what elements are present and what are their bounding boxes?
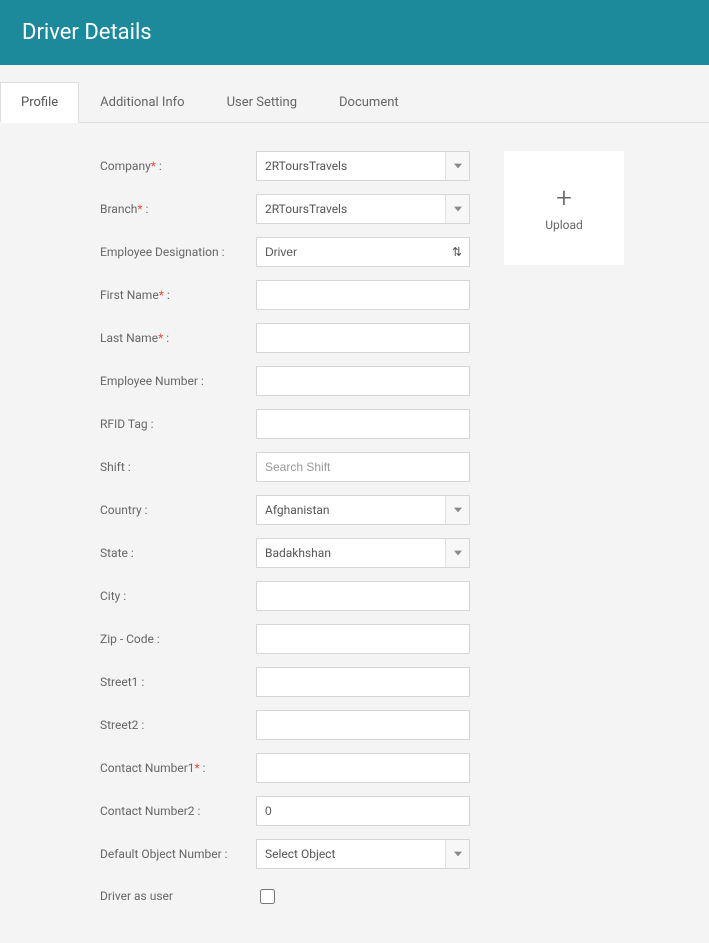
tab-user-setting[interactable]: User Setting [206, 82, 318, 123]
plus-icon: + [556, 184, 572, 212]
zip-code-input[interactable] [256, 624, 470, 654]
street1-input[interactable] [256, 667, 470, 697]
street1-label: Street1 : [100, 675, 256, 689]
contact-number2-label: Contact Number2 : [100, 804, 256, 818]
tab-additional-info[interactable]: Additional Info [79, 82, 205, 123]
chevron-down-icon [445, 496, 469, 524]
chevron-down-icon [445, 840, 469, 868]
default-object-number-label: Default Object Number : [100, 847, 256, 861]
shift-label: Shift : [100, 460, 256, 474]
state-select[interactable]: Badakhshan [256, 538, 470, 568]
employee-number-input[interactable] [256, 366, 470, 396]
default-object-number-value: Select Object [265, 847, 445, 861]
last-name-label: Last Name* : [100, 331, 256, 345]
state-label: State : [100, 546, 256, 560]
country-select[interactable]: Afghanistan [256, 495, 470, 525]
tabs-bar: Profile Additional Info User Setting Doc… [0, 65, 709, 123]
contact-number1-input[interactable] [256, 753, 470, 783]
tab-document[interactable]: Document [318, 82, 420, 123]
zip-code-label: Zip - Code : [100, 632, 256, 646]
city-label: City : [100, 589, 256, 603]
employee-number-label: Employee Number : [100, 374, 256, 388]
street2-input[interactable] [256, 710, 470, 740]
upload-photo-button[interactable]: + Upload [504, 151, 624, 265]
branch-label: Branch* : [100, 202, 256, 216]
company-select[interactable]: 2RToursTravels [256, 151, 470, 181]
street2-label: Street2 : [100, 718, 256, 732]
driver-as-user-label: Driver as user [100, 889, 256, 903]
city-input[interactable] [256, 581, 470, 611]
employee-designation-select[interactable]: Driver [256, 237, 470, 267]
first-name-label: First Name* : [100, 288, 256, 302]
chevron-down-icon [445, 539, 469, 567]
shift-input[interactable] [256, 452, 470, 482]
country-select-value: Afghanistan [265, 503, 445, 517]
rfid-tag-input[interactable] [256, 409, 470, 439]
default-object-number-select[interactable]: Select Object [256, 839, 470, 869]
branch-select-value: 2RToursTravels [265, 202, 445, 216]
upload-label: Upload [545, 218, 583, 232]
page-title: Driver Details [22, 20, 152, 45]
contact-number1-label: Contact Number1* : [100, 761, 256, 775]
page-header: Driver Details [0, 0, 709, 65]
contact-number2-input[interactable] [256, 796, 470, 826]
country-label: Country : [100, 503, 256, 517]
chevron-down-icon [445, 152, 469, 180]
employee-designation-label: Employee Designation : [100, 245, 256, 259]
last-name-input[interactable] [256, 323, 470, 353]
profile-form: Company* : 2RToursTravels Branch* : 2RTo… [18, 151, 470, 923]
rfid-tag-label: RFID Tag : [100, 417, 256, 431]
driver-as-user-checkbox[interactable] [260, 889, 275, 904]
company-select-value: 2RToursTravels [265, 159, 445, 173]
state-select-value: Badakhshan [265, 546, 445, 560]
content-area: Company* : 2RToursTravels Branch* : 2RTo… [0, 123, 709, 943]
branch-select[interactable]: 2RToursTravels [256, 194, 470, 224]
first-name-input[interactable] [256, 280, 470, 310]
chevron-down-icon [445, 195, 469, 223]
company-label: Company* : [100, 159, 256, 173]
tab-profile[interactable]: Profile [0, 82, 79, 123]
